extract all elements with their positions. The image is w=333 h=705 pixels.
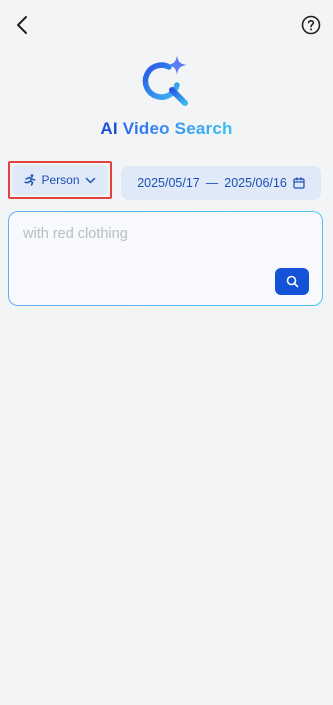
search-icon — [286, 275, 298, 288]
chevron-left-icon — [17, 16, 27, 34]
date-separator: — — [205, 176, 219, 190]
top-bar — [0, 0, 333, 52]
calendar-icon — [293, 177, 305, 189]
chevron-down-icon — [85, 177, 95, 183]
search-button[interactable] — [275, 268, 309, 295]
sparkle-search-icon — [139, 55, 191, 107]
running-person-icon — [24, 174, 37, 186]
search-input[interactable]: with red clothing — [23, 226, 283, 242]
search-box[interactable]: with red clothing — [8, 211, 323, 306]
type-select-dropdown[interactable]: Person — [8, 161, 112, 199]
title-ai: AI — [100, 119, 118, 138]
date-range-picker[interactable]: 2025/05/17 — 2025/06/16 — [121, 166, 321, 200]
back-button[interactable] — [12, 14, 34, 36]
title-video-search: Video Search — [122, 119, 233, 138]
type-select-chip[interactable]: Person — [12, 165, 108, 195]
question-circle-icon — [301, 15, 321, 35]
type-select-label: Person — [41, 173, 80, 187]
date-end: 2025/06/16 — [224, 176, 287, 190]
date-start: 2025/05/17 — [137, 176, 200, 190]
help-button[interactable] — [301, 15, 321, 35]
page-title: AI Video Search — [0, 119, 333, 139]
